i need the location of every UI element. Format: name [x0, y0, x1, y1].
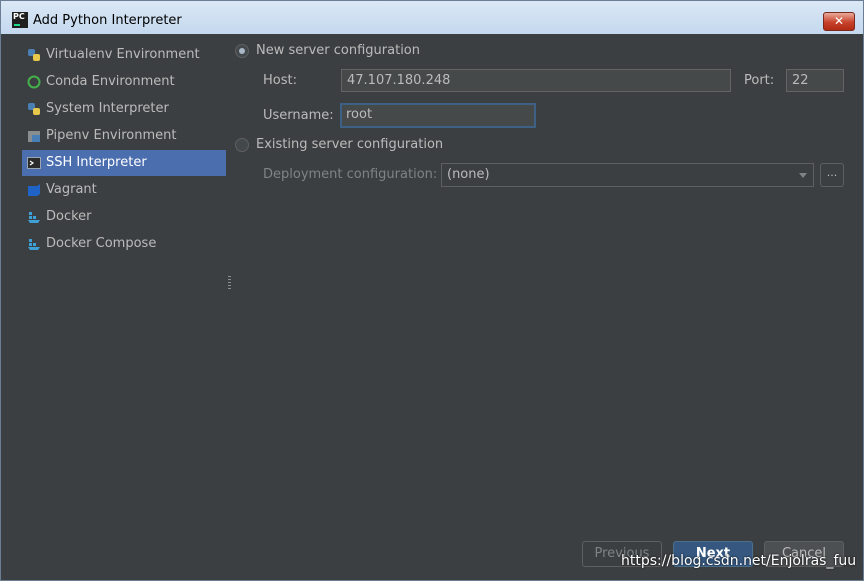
deployment-configuration-label: Deployment configuration: — [263, 167, 438, 182]
existing-server-label: Existing server configuration — [256, 137, 444, 152]
chevron-down-icon — [799, 173, 807, 178]
new-server-label: New server configuration — [256, 43, 421, 58]
sidebar-item-label: Pipenv Environment — [46, 128, 177, 143]
sidebar-item-virtualenv[interactable]: Virtualenv Environment — [22, 42, 226, 68]
sidebar-item-docker-compose[interactable]: Docker Compose — [22, 231, 226, 257]
sidebar-item-label: System Interpreter — [46, 101, 169, 116]
username-label: Username: — [263, 108, 334, 123]
sidebar-item-docker[interactable]: Docker — [22, 204, 226, 230]
docker-icon — [28, 212, 40, 223]
app-icon-text: PC — [13, 12, 25, 21]
new-server-radio[interactable] — [235, 44, 249, 58]
username-input[interactable]: root — [340, 103, 536, 128]
port-label: Port: — [744, 73, 775, 88]
port-input[interactable]: 22 — [786, 69, 844, 92]
close-icon: ✕ — [833, 14, 845, 28]
deployment-configuration-value: (none) — [447, 167, 490, 182]
interpreter-type-list: Virtualenv Environment Conda Environment… — [10, 38, 229, 576]
pipenv-icon — [28, 131, 40, 142]
sidebar-item-vagrant[interactable]: Vagrant — [22, 177, 226, 203]
title-bar: PC Add Python Interpreter ✕ — [1, 1, 863, 34]
sidebar-item-conda[interactable]: Conda Environment — [22, 69, 226, 95]
ssh-config-panel: New server configuration Host: 47.107.18… — [231, 38, 857, 576]
host-input[interactable]: 47.107.180.248 — [341, 69, 731, 92]
existing-server-radio[interactable] — [235, 138, 249, 152]
sidebar-item-label: SSH Interpreter — [46, 155, 147, 170]
python-icon — [28, 49, 40, 61]
conda-icon — [27, 75, 41, 89]
sidebar-item-label: Conda Environment — [46, 74, 175, 89]
vagrant-icon — [28, 184, 40, 196]
sidebar-item-system[interactable]: System Interpreter — [22, 96, 226, 122]
add-python-interpreter-dialog: PC Add Python Interpreter ✕ Virtualenv E… — [0, 0, 864, 581]
docker-icon — [28, 239, 40, 250]
sidebar-item-label: Docker Compose — [46, 236, 157, 251]
sidebar-item-pipenv[interactable]: Pipenv Environment — [22, 123, 226, 149]
pycharm-app-icon: PC — [12, 12, 28, 28]
deployment-configuration-select[interactable]: (none) — [441, 163, 814, 187]
sidebar-item-label: Vagrant — [46, 182, 97, 197]
host-label: Host: — [263, 73, 297, 88]
close-button[interactable]: ✕ — [823, 12, 855, 31]
watermark-text: https://blog.csdn.net/Enjolras_fuu — [621, 553, 857, 569]
terminal-icon — [27, 157, 41, 169]
window-title: Add Python Interpreter — [33, 13, 182, 28]
sidebar-item-ssh[interactable]: SSH Interpreter — [22, 150, 226, 176]
python-icon — [28, 103, 40, 115]
sidebar-item-label: Virtualenv Environment — [46, 47, 200, 62]
sidebar-item-label: Docker — [46, 209, 92, 224]
browse-button[interactable]: ... — [820, 163, 844, 187]
